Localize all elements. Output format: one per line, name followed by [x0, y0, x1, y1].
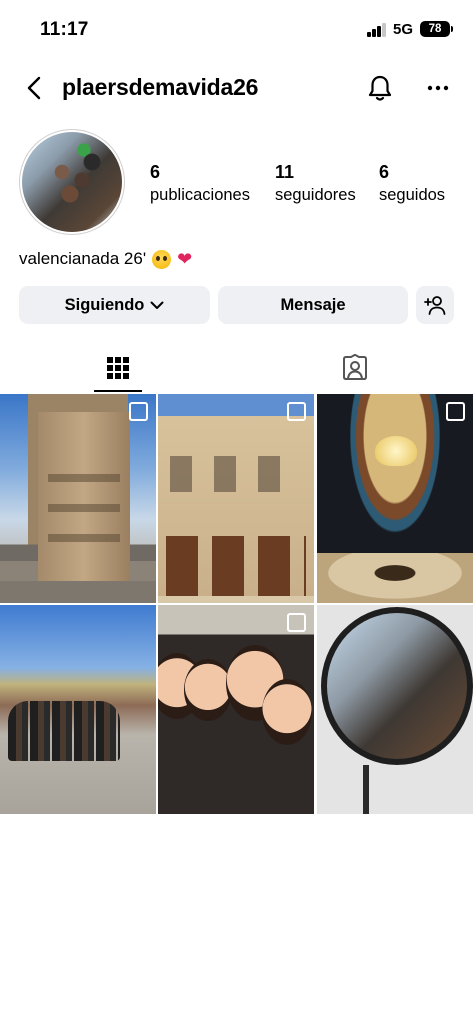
posts-grid — [0, 394, 473, 814]
back-arrow-icon[interactable] — [18, 72, 50, 104]
post-6-image — [321, 607, 473, 765]
heart-on-fire-emoji: ❤ — [177, 249, 193, 269]
status-time: 11:17 — [40, 19, 89, 40]
carousel-icon — [446, 402, 465, 421]
tagged-person-icon — [343, 354, 367, 380]
post-thumbnail-5[interactable] — [158, 605, 314, 814]
post-thumbnail-1[interactable] — [0, 394, 156, 603]
stat-posts-label: publicaciones — [150, 186, 250, 204]
carousel-icon — [287, 613, 306, 632]
profile-bio: valencianada 26' ❤ — [19, 249, 192, 269]
post-2-image — [158, 416, 314, 596]
more-dots-icon[interactable] — [422, 72, 454, 104]
stat-following[interactable]: 6 seguidos — [379, 162, 445, 205]
tab-grid[interactable] — [0, 344, 236, 392]
carousel-icon — [287, 402, 306, 421]
profile-stats: 6 publicaciones 11 seguidores 6 seguidos — [150, 162, 460, 208]
tab-tagged[interactable] — [237, 344, 473, 392]
profile-avatar[interactable] — [19, 129, 125, 235]
following-label: Siguiendo — [64, 295, 145, 314]
post-thumbnail-3[interactable] — [317, 394, 473, 603]
post-1-image — [38, 412, 130, 582]
stat-posts-value: 6 — [150, 162, 161, 182]
post-thumbnail-4[interactable] — [0, 605, 156, 814]
network-type: 5G — [393, 21, 414, 38]
bell-icon[interactable] — [364, 72, 396, 104]
stat-followers-value: 11 — [275, 162, 295, 182]
chevron-down-icon — [150, 301, 164, 309]
stat-following-label: seguidos — [379, 186, 446, 204]
post-thumbnail-2[interactable] — [158, 394, 314, 603]
tab-selected-indicator — [94, 390, 142, 392]
battery-level: 78 — [428, 23, 442, 35]
add-person-button[interactable] — [416, 286, 454, 324]
message-button[interactable]: Mensaje — [218, 286, 408, 324]
message-label: Mensaje — [280, 295, 346, 314]
add-person-icon — [424, 296, 446, 315]
signal-icon — [367, 23, 387, 37]
stat-posts[interactable]: 6 publicaciones — [150, 162, 250, 205]
bio-text: valencianada 26' — [19, 249, 147, 268]
profile-header: plaersdemavida26 — [0, 64, 473, 112]
post-4-image — [8, 701, 120, 761]
status-bar: 11:17 5G 78 — [0, 0, 473, 56]
battery-icon: 78 — [420, 21, 453, 37]
following-button[interactable]: Siguiendo — [19, 286, 210, 324]
avatar-photo — [22, 132, 122, 232]
post-thumbnail-6[interactable] — [317, 605, 473, 814]
profile-username: plaersdemavida26 — [62, 74, 259, 100]
pleading-face-emoji — [152, 249, 172, 269]
stat-following-value: 6 — [379, 162, 390, 182]
post-3-image — [375, 436, 417, 466]
grid-icon — [107, 357, 129, 379]
profile-tabs — [0, 344, 473, 394]
stat-followers-label: seguidores — [275, 186, 356, 204]
stat-followers[interactable]: 11 seguidores — [275, 162, 356, 205]
carousel-icon — [129, 402, 148, 421]
